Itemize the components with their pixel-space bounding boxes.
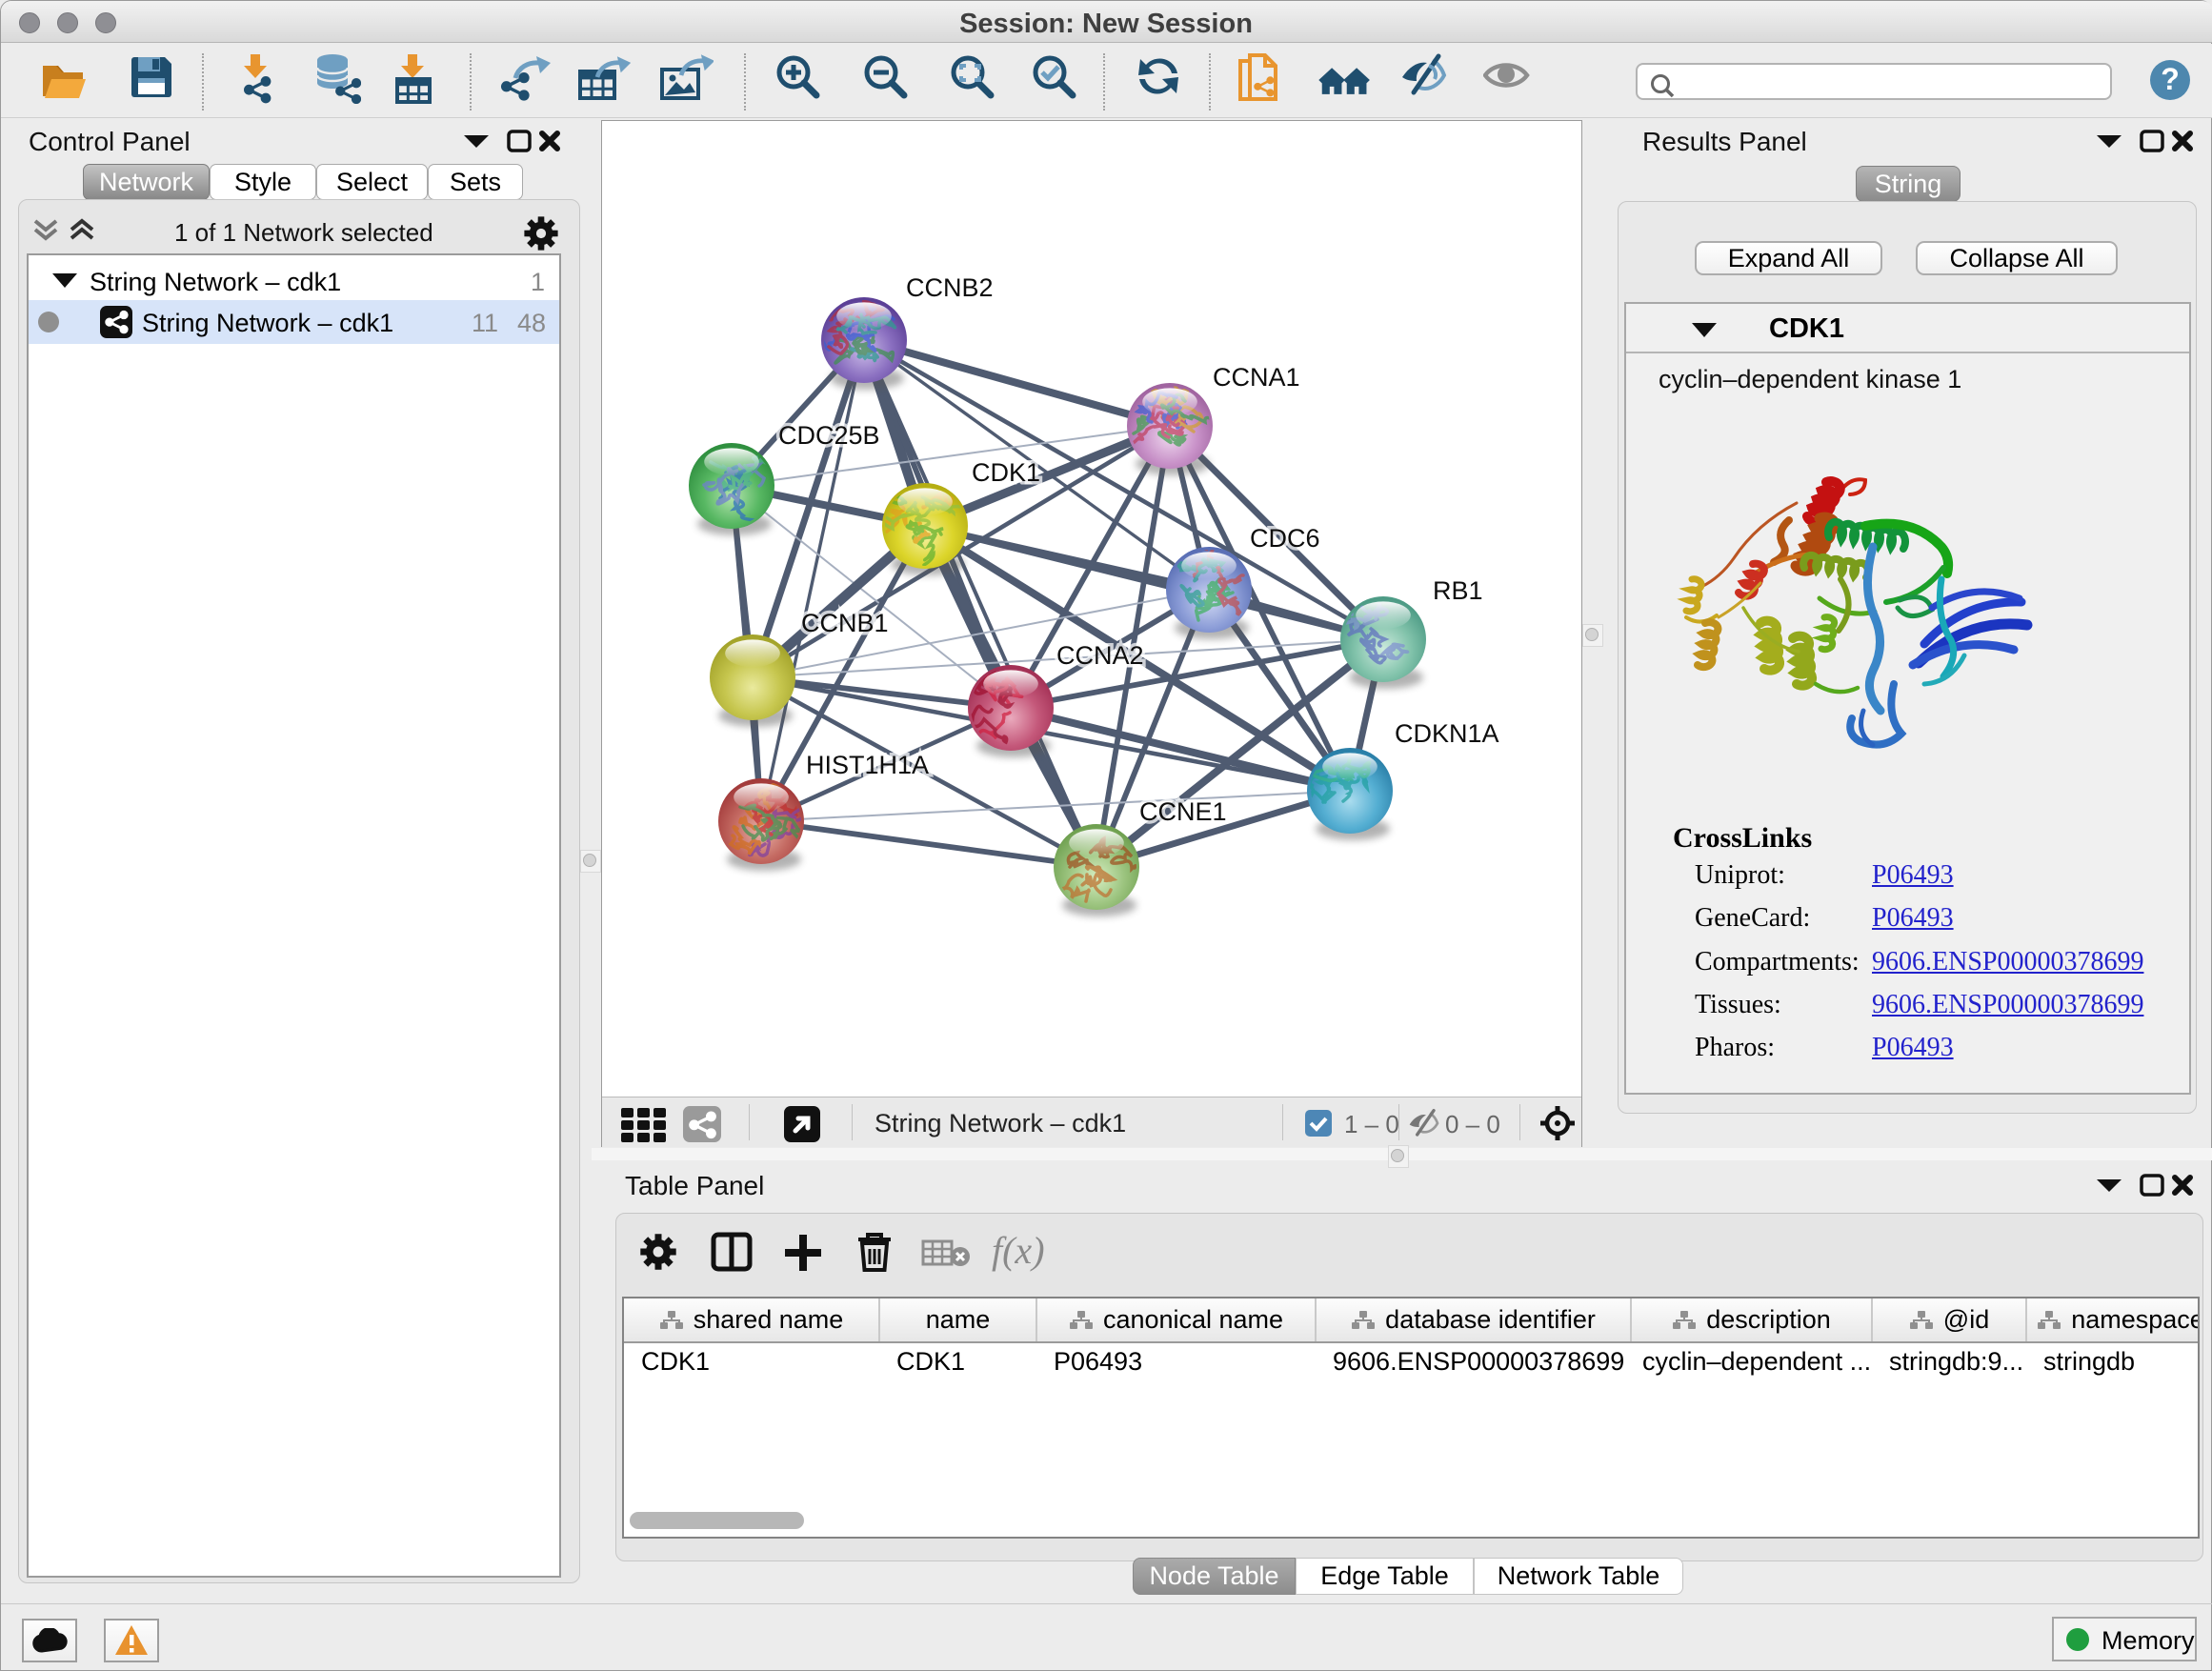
svg-text:CCNA1: CCNA1 xyxy=(1213,363,1300,392)
svg-text:CCNB1: CCNB1 xyxy=(801,609,889,637)
svg-text:CCNA2: CCNA2 xyxy=(1056,641,1144,670)
svg-text:?: ? xyxy=(2161,62,2180,96)
svg-text:CDC25B: CDC25B xyxy=(778,421,880,450)
svg-text:CCNE1: CCNE1 xyxy=(1139,797,1227,826)
svg-text:RB1: RB1 xyxy=(1433,576,1483,605)
svg-text:HIST1H1A: HIST1H1A xyxy=(806,751,929,779)
svg-text:CDK1: CDK1 xyxy=(972,458,1040,487)
svg-text:CDC6: CDC6 xyxy=(1250,524,1320,553)
svg-text:CCNB2: CCNB2 xyxy=(906,273,994,302)
svg-text:CDKN1A: CDKN1A xyxy=(1395,719,1499,748)
